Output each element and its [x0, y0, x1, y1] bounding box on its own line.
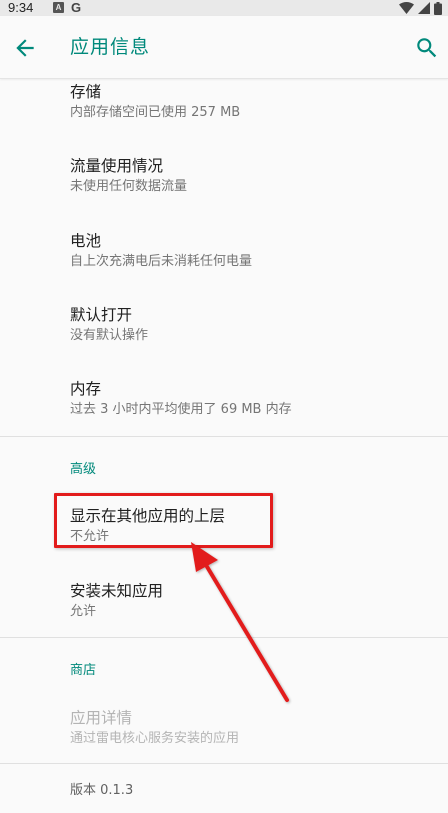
- list-item-storage[interactable]: 存储 内部存储空间已使用 257 MB: [70, 82, 240, 122]
- item-subtitle: 未使用任何数据流量: [70, 179, 188, 194]
- status-icons: [399, 1, 442, 15]
- item-title: 内存: [70, 380, 102, 398]
- list-item-app-details: 应用详情 通过雷电核心服务安装的应用: [70, 708, 239, 748]
- version-label: 版本 0.1.3: [70, 783, 134, 798]
- item-subtitle: 过去 3 小时内平均使用了 69 MB 内存: [70, 402, 292, 417]
- item-title: 流量使用情况: [70, 157, 164, 175]
- page-title: 应用信息: [70, 36, 151, 58]
- search-icon[interactable]: [414, 35, 440, 61]
- battery-icon: [434, 1, 442, 15]
- item-subtitle: 自上次充满电后未消耗任何电量: [70, 254, 253, 269]
- item-subtitle: 通过雷电核心服务安装的应用: [70, 731, 240, 746]
- section-header-advanced: 高级: [70, 462, 97, 477]
- highlight-box: [54, 493, 273, 548]
- item-title: 应用详情: [70, 709, 133, 727]
- section-divider: [0, 637, 448, 638]
- item-subtitle: 允许: [70, 604, 97, 619]
- wifi-icon: [399, 2, 414, 14]
- status-time: 9:34: [8, 0, 34, 15]
- app-bar: 应用信息: [0, 16, 448, 79]
- list-item-memory[interactable]: 内存 过去 3 小时内平均使用了 69 MB 内存: [70, 379, 292, 419]
- notification-a-icon: A: [53, 2, 64, 13]
- item-title: 电池: [70, 232, 102, 250]
- section-divider: [0, 763, 448, 764]
- section-divider: [0, 436, 448, 437]
- item-subtitle: 没有默认操作: [70, 328, 149, 343]
- status-bar: 9:34 A G: [0, 0, 448, 16]
- item-subtitle: 内部存储空间已使用 257 MB: [70, 105, 241, 120]
- list-item-data-usage[interactable]: 流量使用情况 未使用任何数据流量: [70, 156, 187, 196]
- list-item-open-by-default[interactable]: 默认打开 没有默认操作: [70, 305, 148, 345]
- list-item-install-unknown-apps[interactable]: 安装未知应用 允许: [70, 581, 163, 621]
- arrow-back-icon[interactable]: [12, 35, 38, 61]
- notification-google-icon: G: [71, 0, 82, 15]
- item-title: 默认打开: [70, 306, 133, 324]
- item-title: 安装未知应用: [70, 582, 164, 600]
- signal-icon: [418, 2, 430, 14]
- list-item-battery[interactable]: 电池 自上次充满电后未消耗任何电量: [70, 231, 252, 271]
- section-header-store: 商店: [70, 663, 97, 678]
- item-title: 存储: [70, 83, 102, 101]
